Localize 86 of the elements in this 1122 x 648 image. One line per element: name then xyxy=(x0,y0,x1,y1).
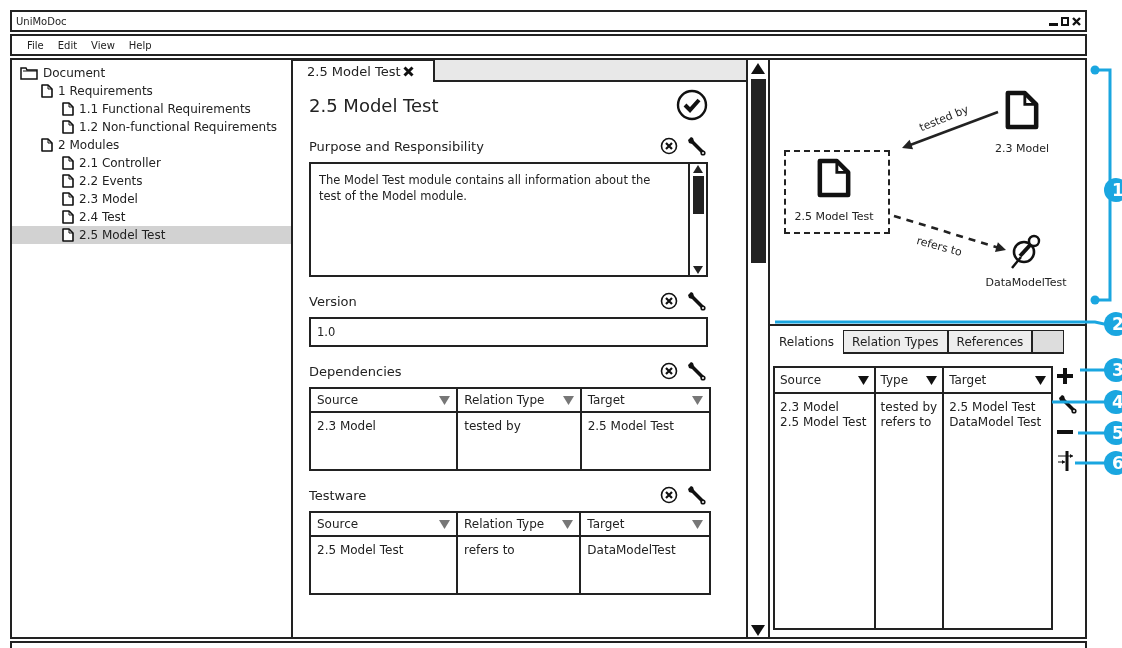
section-title: Version xyxy=(309,293,357,309)
tree-item[interactable]: 2.5 Model Test xyxy=(12,226,291,244)
column-header[interactable]: Target xyxy=(943,367,1052,393)
wrench-icon[interactable] xyxy=(686,485,706,505)
folder-icon xyxy=(20,66,38,80)
document-icon xyxy=(62,102,74,116)
node-label: 2.5 Model Test xyxy=(794,210,874,223)
checkmark-icon[interactable] xyxy=(676,89,708,121)
scroll-down-icon[interactable] xyxy=(750,624,766,637)
close-icon[interactable] xyxy=(402,66,414,77)
edge-label: refers to xyxy=(915,234,964,259)
scrollbar-thumb[interactable] xyxy=(750,79,766,263)
menu-item[interactable]: File xyxy=(20,39,51,51)
add-icon[interactable] xyxy=(1057,368,1073,384)
document-icon xyxy=(62,228,74,242)
document-icon xyxy=(62,156,74,170)
wrench-icon[interactable] xyxy=(686,291,706,311)
column-header[interactable]: Source xyxy=(774,367,875,393)
node-label: 2.3 Model xyxy=(995,142,1049,155)
wrench-icon[interactable] xyxy=(686,361,706,381)
table-cell: refers to xyxy=(456,536,581,594)
section-title: Dependencies xyxy=(309,363,402,379)
table-cell: 2.5 Model Test xyxy=(943,393,1052,415)
tree-item[interactable]: 1.2 Non-functional Requirements xyxy=(12,118,291,136)
remove-icon[interactable] xyxy=(660,292,678,310)
column-header[interactable]: Source xyxy=(310,388,458,412)
document-icon xyxy=(1005,90,1039,130)
tree-item[interactable]: 1.1 Functional Requirements xyxy=(12,100,291,118)
column-header[interactable]: Relation Type xyxy=(457,388,581,412)
table-cell: DataModel Test xyxy=(943,415,1052,431)
input-field[interactable]: 1.0 xyxy=(309,317,708,347)
column-header[interactable]: Target xyxy=(580,388,710,412)
split-icon[interactable] xyxy=(1057,450,1075,472)
scroll-down-icon[interactable] xyxy=(692,265,704,275)
close-icon[interactable] xyxy=(1072,16,1081,26)
tab[interactable]: Relation Types xyxy=(843,330,948,354)
tree-item[interactable]: 2 Modules xyxy=(12,136,291,154)
table-cell: 2.3 Model xyxy=(774,393,875,415)
document-icon xyxy=(62,174,74,188)
sort-icon[interactable] xyxy=(857,375,869,385)
document-icon xyxy=(62,120,74,134)
menu-item[interactable]: View xyxy=(84,39,122,51)
document-icon xyxy=(41,138,53,152)
maximize-icon[interactable] xyxy=(1061,16,1069,26)
sort-icon[interactable] xyxy=(1035,375,1046,385)
remove-icon[interactable] xyxy=(660,486,678,504)
section-title: Purpose and Responsibility xyxy=(309,138,484,154)
tree-item[interactable]: 2.3 Model xyxy=(12,190,291,208)
table-cell: tested by xyxy=(874,393,944,415)
wrench-icon[interactable] xyxy=(1057,394,1077,414)
wrench-icon[interactable] xyxy=(686,136,706,156)
scroll-up-icon[interactable] xyxy=(692,164,704,174)
remove-icon[interactable] xyxy=(660,362,678,380)
table-cell: 2.3 Model xyxy=(310,412,458,470)
document-icon xyxy=(62,210,74,224)
scroll-up-icon[interactable] xyxy=(750,62,766,75)
column-header[interactable]: Relation Type xyxy=(456,512,581,536)
document-icon xyxy=(41,84,53,98)
document-icon xyxy=(817,158,851,198)
tree-item[interactable]: 2.4 Test xyxy=(12,208,291,226)
tab[interactable]: References xyxy=(947,330,1033,354)
column-header[interactable]: Target xyxy=(580,512,710,536)
node-label: DataModelTest xyxy=(985,276,1067,289)
scrollbar-thumb[interactable] xyxy=(692,176,704,214)
table-cell: 2.5 Model Test xyxy=(580,412,710,470)
tree-item[interactable]: Document xyxy=(12,64,291,82)
menu-item[interactable]: Edit xyxy=(50,39,85,51)
table-cell: tested by xyxy=(457,412,581,470)
section-title: Testware xyxy=(309,487,367,503)
scrollbar[interactable] xyxy=(748,60,770,637)
column-header[interactable]: Type xyxy=(874,367,944,393)
window-title: UniMoDoc xyxy=(16,15,67,27)
page-heading: 2.5 Model Test xyxy=(309,94,439,116)
table-cell: refers to xyxy=(874,415,944,431)
text-area[interactable]: The Model Test module contains all information about the test of the Model module. xyxy=(309,162,708,277)
tree-item[interactable]: 2.2 Events xyxy=(12,172,291,190)
sort-icon[interactable] xyxy=(926,375,938,385)
tree-item[interactable]: 2.1 Controller xyxy=(12,154,291,172)
tree-item[interactable]: 1 Requirements xyxy=(12,82,291,100)
table-cell: 2.5 Model Test xyxy=(310,536,457,594)
remove-icon[interactable] xyxy=(660,137,678,155)
column-header[interactable]: Source xyxy=(310,512,457,536)
menu-item[interactable]: Help xyxy=(121,39,159,51)
document-icon xyxy=(62,192,74,206)
table-cell: 2.5 Model Test xyxy=(774,415,875,431)
table-cell: DataModelTest xyxy=(580,536,710,594)
